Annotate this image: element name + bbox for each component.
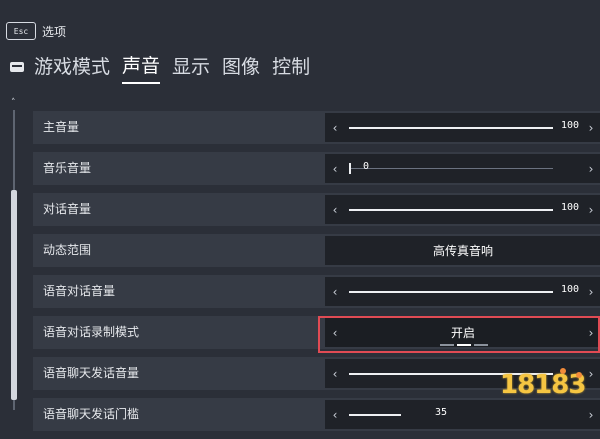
setting-label: 语音对话音量 bbox=[43, 284, 116, 298]
option-selector[interactable]: 高传真音响 bbox=[325, 236, 600, 265]
slider-value: 100 bbox=[560, 120, 579, 131]
slider-value: 100 bbox=[560, 202, 579, 213]
tab-bar: 游戏模式 声音 显示 图像 控制 bbox=[10, 50, 322, 84]
setting-label: 主音量 bbox=[43, 120, 80, 134]
slider-fill bbox=[349, 291, 553, 293]
setting-label: 音乐音量 bbox=[43, 161, 92, 175]
chevron-up-icon[interactable]: ˄ bbox=[11, 99, 17, 108]
volume-slider[interactable]: ‹ 100 › bbox=[325, 195, 600, 224]
chevron-left-icon[interactable]: ‹ bbox=[325, 162, 345, 176]
slider-fill bbox=[349, 168, 553, 169]
slider-track[interactable]: 100 bbox=[345, 195, 581, 224]
chevron-right-icon[interactable]: › bbox=[581, 285, 600, 299]
tab-graphics[interactable]: 图像 bbox=[222, 52, 260, 83]
setting-row-music-volume: 音乐音量 ‹ 0 › bbox=[33, 152, 600, 185]
slider-track[interactable]: 100 bbox=[345, 277, 581, 306]
slider-knob[interactable] bbox=[349, 163, 351, 174]
slider-value: 35 bbox=[435, 407, 448, 418]
esc-header[interactable]: Esc 选项 bbox=[6, 22, 66, 40]
options-title: 选项 bbox=[42, 24, 67, 39]
chevron-left-icon[interactable]: ‹ bbox=[325, 367, 345, 381]
option-page-indicator bbox=[440, 344, 488, 346]
volume-slider[interactable]: ‹ 100 › bbox=[325, 113, 600, 142]
slider-track[interactable]: 100 bbox=[345, 113, 581, 142]
chevron-right-icon[interactable]: › bbox=[581, 162, 600, 176]
slider-track[interactable]: 0 bbox=[345, 154, 581, 183]
page-dot bbox=[474, 344, 488, 346]
setting-label: 对话音量 bbox=[43, 202, 92, 216]
setting-label: 语音聊天发话门槛 bbox=[43, 407, 140, 421]
setting-label: 动态范围 bbox=[43, 243, 92, 257]
tab-game-mode[interactable]: 游戏模式 bbox=[34, 52, 110, 83]
tab-sound[interactable]: 声音 bbox=[122, 51, 161, 84]
setting-row-dynamic-range: 动态范围 高传真音响 bbox=[33, 234, 600, 267]
chevron-right-icon[interactable]: › bbox=[581, 408, 600, 422]
setting-row-dialogue-volume: 对话音量 ‹ 100 › bbox=[33, 193, 600, 226]
setting-label: 语音聊天发话音量 bbox=[43, 366, 140, 380]
volume-slider[interactable]: ‹ 100 › bbox=[325, 277, 600, 306]
volume-slider[interactable]: ‹ 0 › bbox=[325, 154, 600, 183]
setting-row-master-volume: 主音量 ‹ 100 › bbox=[33, 111, 600, 144]
slider-fill bbox=[349, 414, 401, 416]
watermark-text: 18183 bbox=[500, 370, 586, 400]
scrollbar[interactable]: ˄ bbox=[11, 99, 17, 417]
site-watermark-logo: 18183 bbox=[498, 368, 598, 404]
menu-icon bbox=[10, 60, 24, 74]
option-value: 高传真音响 bbox=[432, 244, 493, 258]
volume-slider[interactable]: ‹ 35 › bbox=[325, 400, 600, 429]
chevron-left-icon[interactable]: ‹ bbox=[325, 121, 345, 135]
chevron-right-icon[interactable]: › bbox=[581, 203, 600, 217]
chevron-left-icon[interactable]: ‹ bbox=[325, 285, 345, 299]
setting-label: 语音对话录制模式 bbox=[43, 325, 140, 339]
slider-fill bbox=[349, 209, 553, 211]
watermark-dot bbox=[560, 368, 566, 374]
chevron-left-icon[interactable]: ‹ bbox=[325, 203, 345, 217]
setting-row-voice-chat-volume: 语音对话音量 ‹ 100 › bbox=[33, 275, 600, 308]
selection-highlight bbox=[318, 316, 600, 353]
tab-display[interactable]: 显示 bbox=[172, 52, 210, 83]
page-dot bbox=[440, 344, 454, 346]
chevron-right-icon[interactable]: › bbox=[581, 121, 600, 135]
chevron-left-icon[interactable]: ‹ bbox=[325, 408, 345, 422]
slider-track[interactable]: 35 bbox=[345, 400, 581, 429]
page-dot-active bbox=[457, 344, 471, 346]
slider-value: 0 bbox=[363, 161, 370, 172]
slider-fill bbox=[349, 127, 553, 129]
tab-controls[interactable]: 控制 bbox=[272, 52, 310, 83]
watermark-dot bbox=[576, 372, 582, 378]
esc-key[interactable]: Esc bbox=[6, 22, 36, 40]
scrollbar-thumb[interactable] bbox=[11, 190, 17, 400]
slider-value: 100 bbox=[560, 284, 579, 295]
